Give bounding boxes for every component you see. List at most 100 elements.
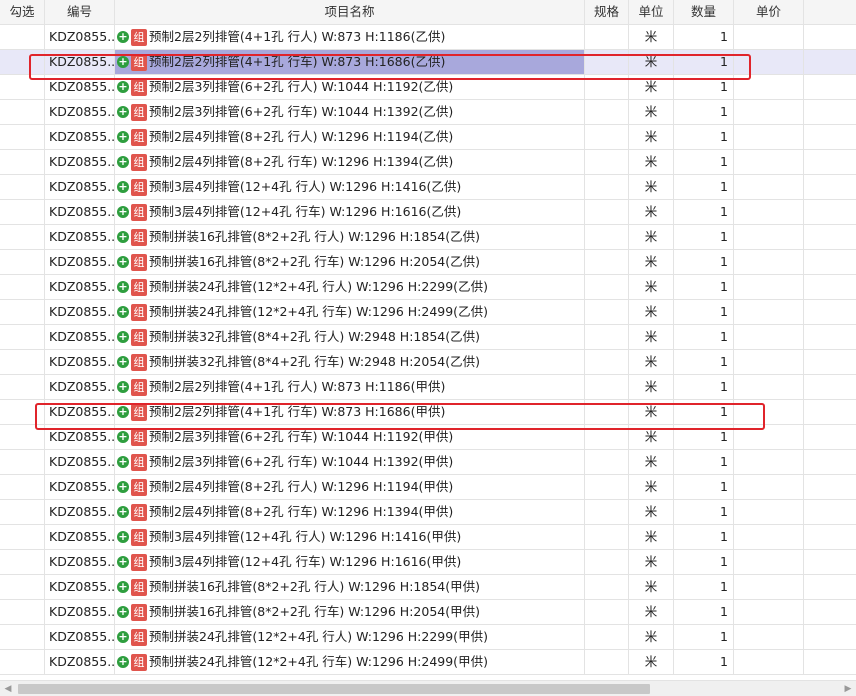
plus-circle-icon[interactable]: + [117,306,129,318]
select-cell[interactable] [0,400,45,425]
spec-cell[interactable] [585,175,629,200]
select-cell[interactable] [0,425,45,450]
scrollbar-thumb[interactable] [18,684,650,694]
table-row[interactable]: KDZ0855... + 组预制拼装24孔排管(12*2+4孔 行车) W:1296… [0,300,856,325]
plus-circle-icon[interactable]: + [117,106,129,118]
spec-cell[interactable] [585,375,629,400]
select-cell[interactable] [0,250,45,275]
spec-cell[interactable] [585,400,629,425]
spec-cell[interactable] [585,600,629,625]
qty-cell[interactable]: 1 [674,50,734,75]
select-cell[interactable] [0,475,45,500]
spec-cell[interactable] [585,650,629,675]
header-name[interactable]: 项目名称 [115,0,585,25]
table-row[interactable]: KDZ0855... + 组预制拼装24孔排管(12*2+4孔 行人) W:1296… [0,625,856,650]
plus-circle-icon[interactable]: + [117,131,129,143]
plus-circle-icon[interactable]: + [117,256,129,268]
header-price[interactable]: 单价 [734,0,804,25]
table-row[interactable]: KDZ0855... + 组预制2层3列排管(6+2孔 行车) W:1044 H:1… [0,100,856,125]
spec-cell[interactable] [585,275,629,300]
plus-circle-icon[interactable]: + [117,506,129,518]
qty-cell[interactable]: 1 [674,650,734,675]
plus-circle-icon[interactable]: + [117,156,129,168]
price-cell[interactable] [734,475,804,500]
name-cell[interactable]: + 组预制拼装24孔排管(12*2+4孔 行车) W:1296 H:2499(甲供… [115,650,585,675]
price-cell[interactable] [734,425,804,450]
name-cell[interactable]: + 组预制2层4列排管(8+2孔 行人) W:1296 H:1194(甲供) [115,475,585,500]
price-cell[interactable] [734,400,804,425]
name-cell[interactable]: + 组预制2层4列排管(8+2孔 行人) W:1296 H:1194(乙供) [115,125,585,150]
qty-cell[interactable]: 1 [674,575,734,600]
table-row[interactable]: KDZ0855... + 组预制2层2列排管(4+1孔 行车) W:873 H:16… [0,50,856,75]
qty-cell[interactable]: 1 [674,425,734,450]
select-cell[interactable] [0,625,45,650]
qty-cell[interactable]: 1 [674,400,734,425]
table-row[interactable]: KDZ0855... + 组预制拼装24孔排管(12*2+4孔 行车) W:1296… [0,650,856,675]
table-row[interactable]: KDZ0855... + 组预制拼装16孔排管(8*2+2孔 行车) W:1296 … [0,250,856,275]
plus-circle-icon[interactable]: + [117,556,129,568]
name-cell[interactable]: + 组预制拼装16孔排管(8*2+2孔 行车) W:1296 H:2054(乙供) [115,250,585,275]
name-cell[interactable]: + 组预制拼装32孔排管(8*4+2孔 行车) W:2948 H:2054(乙供) [115,350,585,375]
plus-circle-icon[interactable]: + [117,356,129,368]
price-cell[interactable] [734,500,804,525]
qty-cell[interactable]: 1 [674,25,734,50]
price-cell[interactable] [734,50,804,75]
name-cell[interactable]: + 组预制2层3列排管(6+2孔 行车) W:1044 H:1392(甲供) [115,450,585,475]
spec-cell[interactable] [585,550,629,575]
plus-circle-icon[interactable]: + [117,31,129,43]
qty-cell[interactable]: 1 [674,300,734,325]
qty-cell[interactable]: 1 [674,275,734,300]
table-row[interactable]: KDZ0855... + 组预制3层4列排管(12+4孔 行车) W:1296 H:… [0,200,856,225]
table-row[interactable]: KDZ0855... + 组预制2层4列排管(8+2孔 行人) W:1296 H:1… [0,475,856,500]
name-cell[interactable]: + 组预制2层3列排管(6+2孔 行人) W:1044 H:1192(乙供) [115,75,585,100]
name-cell[interactable]: + 组预制3层4列排管(12+4孔 行人) W:1296 H:1416(甲供) [115,525,585,550]
name-cell[interactable]: + 组预制拼装16孔排管(8*2+2孔 行人) W:1296 H:1854(乙供) [115,225,585,250]
name-cell[interactable]: + 组预制2层3列排管(6+2孔 行车) W:1044 H:1392(乙供) [115,100,585,125]
spec-cell[interactable] [585,625,629,650]
name-cell[interactable]: + 组预制2层3列排管(6+2孔 行车) W:1044 H:1192(甲供) [115,425,585,450]
price-cell[interactable] [734,75,804,100]
spec-cell[interactable] [585,225,629,250]
qty-cell[interactable]: 1 [674,75,734,100]
spec-cell[interactable] [585,425,629,450]
select-cell[interactable] [0,175,45,200]
table-row[interactable]: KDZ0855... + 组预制2层2列排管(4+1孔 行人) W:873 H:11… [0,25,856,50]
table-row[interactable]: KDZ0855... + 组预制3层4列排管(12+4孔 行车) W:1296 H:… [0,550,856,575]
plus-circle-icon[interactable]: + [117,331,129,343]
qty-cell[interactable]: 1 [674,550,734,575]
table-row[interactable]: KDZ0855... + 组预制2层3列排管(6+2孔 行人) W:1044 H:1… [0,75,856,100]
price-cell[interactable] [734,550,804,575]
spec-cell[interactable] [585,125,629,150]
price-cell[interactable] [734,600,804,625]
select-cell[interactable] [0,300,45,325]
plus-circle-icon[interactable]: + [117,531,129,543]
qty-cell[interactable]: 1 [674,175,734,200]
name-cell[interactable]: + 组预制拼装32孔排管(8*4+2孔 行人) W:2948 H:1854(乙供) [115,325,585,350]
spec-cell[interactable] [585,450,629,475]
spec-cell[interactable] [585,75,629,100]
select-cell[interactable] [0,75,45,100]
spec-cell[interactable] [585,575,629,600]
table-row[interactable]: KDZ0855... + 组预制2层4列排管(8+2孔 行车) W:1296 H:1… [0,500,856,525]
table-row[interactable]: KDZ0855... + 组预制2层2列排管(4+1孔 行人) W:873 H:11… [0,375,856,400]
table-row[interactable]: KDZ0855... + 组预制拼装32孔排管(8*4+2孔 行车) W:2948 … [0,350,856,375]
qty-cell[interactable]: 1 [674,625,734,650]
price-cell[interactable] [734,275,804,300]
price-cell[interactable] [734,450,804,475]
qty-cell[interactable]: 1 [674,200,734,225]
price-cell[interactable] [734,100,804,125]
name-cell[interactable]: + 组预制拼装16孔排管(8*2+2孔 行车) W:1296 H:2054(甲供) [115,600,585,625]
spec-cell[interactable] [585,300,629,325]
spec-cell[interactable] [585,100,629,125]
price-cell[interactable] [734,650,804,675]
qty-cell[interactable]: 1 [674,500,734,525]
price-cell[interactable] [734,250,804,275]
name-cell[interactable]: + 组预制2层2列排管(4+1孔 行车) W:873 H:1686(甲供) [115,400,585,425]
name-cell[interactable]: + 组预制2层2列排管(4+1孔 行车) W:873 H:1686(乙供) [115,50,585,75]
qty-cell[interactable]: 1 [674,225,734,250]
table-row[interactable]: KDZ0855... + 组预制拼装16孔排管(8*2+2孔 行人) W:1296 … [0,575,856,600]
spec-cell[interactable] [585,350,629,375]
name-cell[interactable]: + 组预制2层4列排管(8+2孔 行车) W:1296 H:1394(甲供) [115,500,585,525]
header-code[interactable]: 编号 [45,0,115,25]
price-cell[interactable] [734,375,804,400]
